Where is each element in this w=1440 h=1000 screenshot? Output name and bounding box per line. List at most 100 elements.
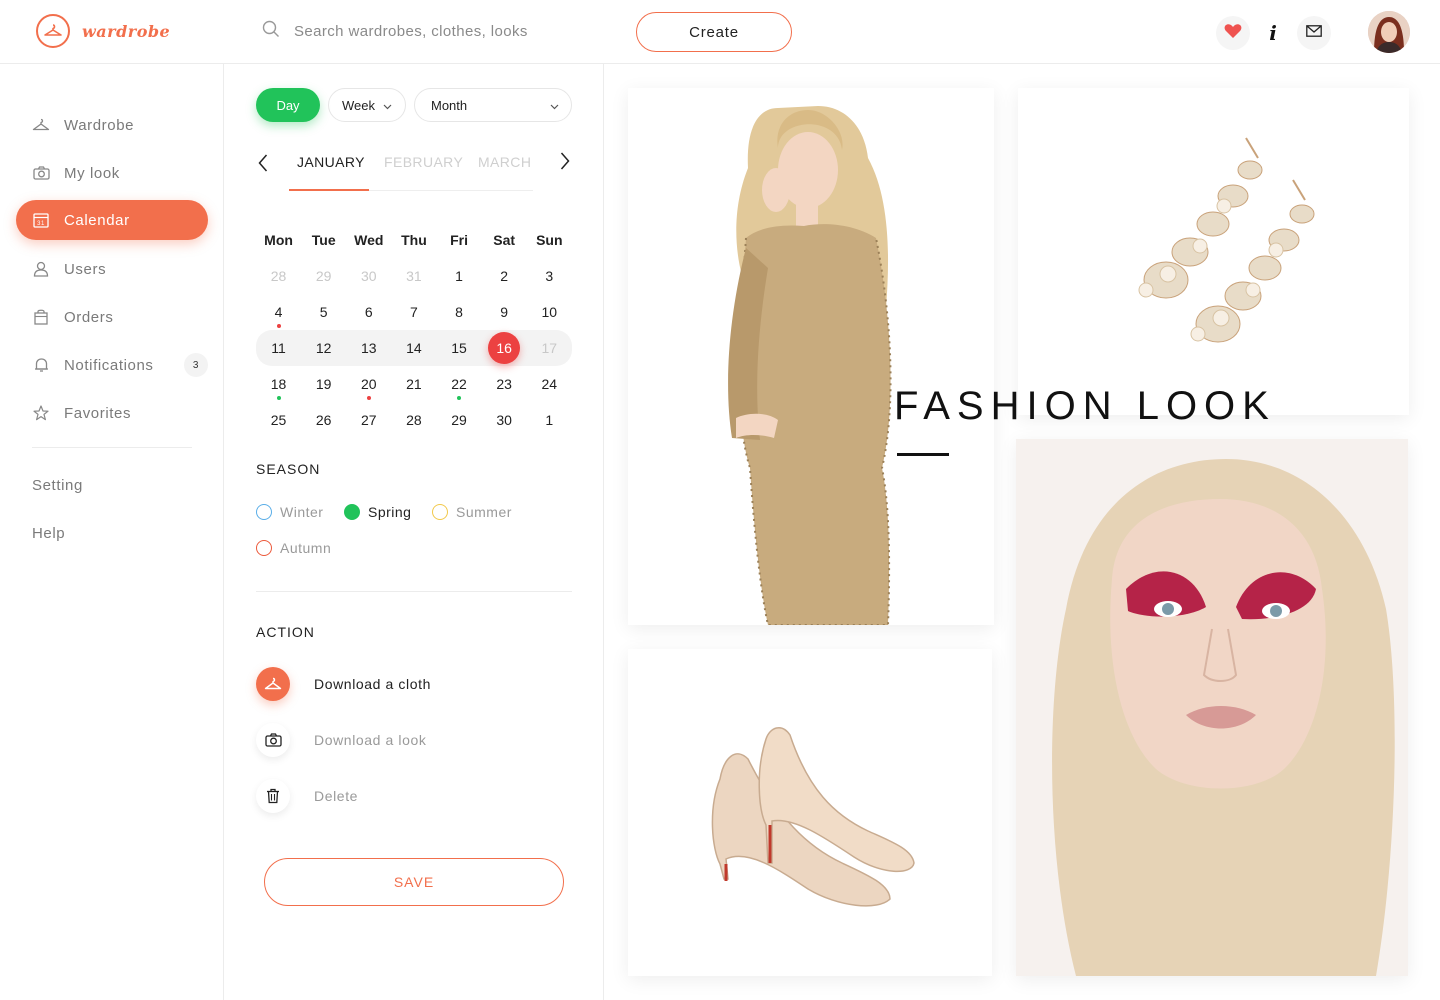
look-card-dress[interactable] bbox=[628, 88, 994, 625]
season-option-autumn[interactable]: Autumn bbox=[256, 540, 331, 556]
radio-ring-selected bbox=[344, 504, 360, 520]
weekday-label: Tue bbox=[311, 232, 336, 248]
calendar-day[interactable]: 26 bbox=[301, 402, 346, 438]
look-card-makeup[interactable] bbox=[1016, 439, 1408, 976]
calendar-day[interactable]: 22 bbox=[437, 366, 482, 402]
search-icon[interactable] bbox=[262, 20, 280, 43]
calendar-week-row: 18 19 20 21 22 23 24 bbox=[256, 366, 572, 402]
logo[interactable]: wardrobe bbox=[36, 14, 170, 48]
sidebar-item-calendar[interactable]: 31 Calendar bbox=[16, 200, 208, 240]
title-underline bbox=[897, 453, 949, 456]
season-option-winter[interactable]: Winter bbox=[256, 504, 323, 520]
calendar-day[interactable]: 27 bbox=[346, 402, 391, 438]
calendar-day[interactable]: 25 bbox=[256, 402, 301, 438]
makeup-portrait-image bbox=[1016, 439, 1408, 976]
month-tab-february[interactable]: FEBRUARY bbox=[384, 154, 463, 170]
calendar-day[interactable]: 17 bbox=[527, 330, 572, 366]
calendar-day[interactable]: 20 bbox=[346, 366, 391, 402]
search-input[interactable] bbox=[294, 23, 614, 40]
look-card-heels[interactable] bbox=[628, 649, 992, 976]
calendar-day[interactable]: 30 bbox=[482, 402, 527, 438]
calendar-day[interactable]: 30 bbox=[346, 258, 391, 294]
chevron-down-icon bbox=[550, 98, 559, 113]
calendar-day[interactable]: 28 bbox=[391, 402, 436, 438]
search-bar bbox=[262, 20, 614, 43]
action-label: Delete bbox=[314, 788, 359, 804]
info-button[interactable]: i bbox=[1256, 16, 1290, 50]
calendar-day-today[interactable]: 16 bbox=[482, 330, 527, 366]
calendar-day[interactable]: 15 bbox=[437, 330, 482, 366]
sidebar-item-label: Orders bbox=[64, 308, 114, 326]
calendar-day[interactable]: 29 bbox=[301, 258, 346, 294]
season-label: Summer bbox=[456, 504, 512, 520]
view-week-label: Week bbox=[342, 97, 375, 113]
calendar-day[interactable]: 5 bbox=[301, 294, 346, 330]
calendar-panel: Day Week Month JANUARY FEBRUARY MARCH Mo… bbox=[224, 64, 604, 1000]
calendar-day[interactable]: 2 bbox=[482, 258, 527, 294]
sidebar-item-users[interactable]: Users bbox=[16, 249, 208, 289]
calendar-day[interactable]: 7 bbox=[391, 294, 436, 330]
calendar-day[interactable]: 9 bbox=[482, 294, 527, 330]
messages-button[interactable] bbox=[1297, 16, 1331, 50]
calendar-day[interactable]: 31 bbox=[391, 258, 436, 294]
download-look-action[interactable]: Download a look bbox=[256, 723, 427, 757]
download-cloth-action[interactable]: Download a cloth bbox=[256, 667, 431, 701]
calendar-day[interactable]: 23 bbox=[482, 366, 527, 402]
calendar-day[interactable]: 10 bbox=[527, 294, 572, 330]
calendar-day[interactable]: 1 bbox=[527, 402, 572, 438]
calendar-day[interactable]: 14 bbox=[391, 330, 436, 366]
chevron-right-icon[interactable] bbox=[560, 152, 570, 175]
favorites-button[interactable] bbox=[1216, 16, 1250, 50]
sidebar-item-help[interactable]: Help bbox=[32, 525, 65, 542]
trash-icon bbox=[256, 779, 290, 813]
calendar-day[interactable]: 8 bbox=[437, 294, 482, 330]
look-card-earrings[interactable] bbox=[1018, 88, 1409, 415]
fashion-look-title: FASHION LOOK bbox=[894, 384, 1276, 428]
today-marker: 16 bbox=[488, 332, 521, 364]
calendar-day[interactable]: 13 bbox=[346, 330, 391, 366]
calendar-day[interactable]: 4 bbox=[256, 294, 301, 330]
user-icon bbox=[32, 260, 50, 278]
calendar-day[interactable]: 21 bbox=[391, 366, 436, 402]
season-title: SEASON bbox=[256, 461, 321, 477]
calendar-day[interactable]: 28 bbox=[256, 258, 301, 294]
sidebar-item-orders[interactable]: Orders bbox=[16, 297, 208, 337]
month-tab-january[interactable]: JANUARY bbox=[297, 154, 365, 170]
calendar-day[interactable]: 12 bbox=[301, 330, 346, 366]
sidebar-item-my-look[interactable]: My look bbox=[16, 153, 208, 193]
action-title: ACTION bbox=[256, 624, 315, 640]
calendar-day[interactable]: 1 bbox=[437, 258, 482, 294]
active-month-underline bbox=[289, 189, 369, 191]
view-month-label: Month bbox=[431, 97, 468, 113]
weekday-label: Mon bbox=[264, 232, 293, 248]
save-button[interactable]: SAVE bbox=[264, 858, 564, 906]
sidebar-item-label: Calendar bbox=[64, 211, 130, 229]
sidebar-item-favorites[interactable]: Favorites bbox=[16, 393, 208, 433]
calendar-day[interactable]: 18 bbox=[256, 366, 301, 402]
calendar-week-row: 28 29 30 31 1 2 3 bbox=[256, 258, 572, 294]
season-option-summer[interactable]: Summer bbox=[432, 504, 512, 520]
logo-text: wardrobe bbox=[82, 21, 171, 41]
season-option-spring[interactable]: Spring bbox=[344, 504, 411, 520]
calendar-day[interactable]: 19 bbox=[301, 366, 346, 402]
calendar-day[interactable]: 6 bbox=[346, 294, 391, 330]
view-day-button[interactable]: Day bbox=[256, 88, 320, 122]
calendar-day[interactable]: 11 bbox=[256, 330, 301, 366]
sidebar-item-setting[interactable]: Setting bbox=[32, 477, 83, 494]
calendar-day[interactable]: 29 bbox=[437, 402, 482, 438]
view-month-dropdown[interactable]: Month bbox=[414, 88, 572, 122]
month-tab-march[interactable]: MARCH bbox=[478, 154, 531, 170]
delete-action[interactable]: Delete bbox=[256, 779, 358, 813]
calendar-day[interactable]: 24 bbox=[527, 366, 572, 402]
calendar-day[interactable]: 3 bbox=[527, 258, 572, 294]
sidebar-item-label: My look bbox=[64, 164, 120, 182]
sidebar-item-label: Users bbox=[64, 260, 107, 278]
avatar[interactable] bbox=[1368, 11, 1410, 53]
sidebar-item-wardrobe[interactable]: Wardrobe bbox=[16, 105, 208, 145]
view-week-dropdown[interactable]: Week bbox=[328, 88, 406, 122]
create-button[interactable]: Create bbox=[636, 12, 792, 52]
sidebar-divider bbox=[32, 447, 192, 448]
sidebar-item-notifications[interactable]: Notifications 3 bbox=[16, 345, 208, 385]
month-selector: JANUARY FEBRUARY MARCH bbox=[256, 146, 576, 191]
chevron-left-icon[interactable] bbox=[258, 154, 268, 177]
